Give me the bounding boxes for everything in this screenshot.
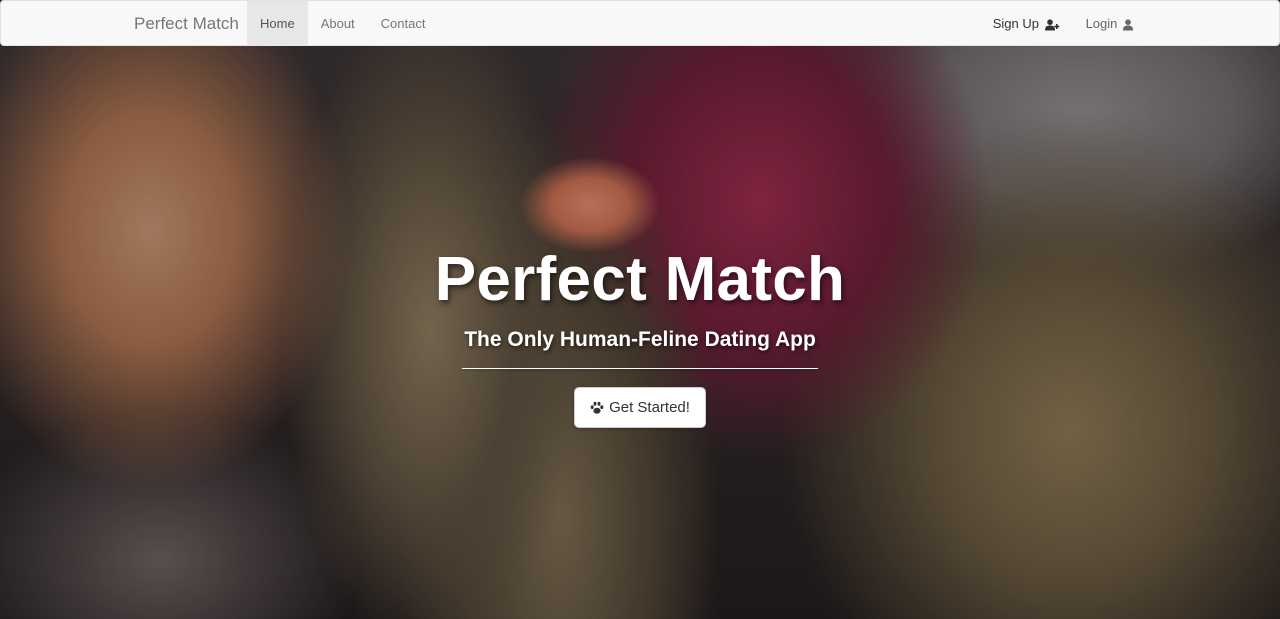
- nav-contact-link[interactable]: Contact: [368, 1, 439, 46]
- signup-link[interactable]: Sign Up: [980, 1, 1073, 46]
- hero-title: Perfect Match: [434, 245, 846, 314]
- nav-about-link[interactable]: About: [308, 1, 368, 46]
- navbar: Perfect Match Home About Contact Sign Up…: [0, 0, 1280, 46]
- nav-home-link[interactable]: Home: [247, 1, 308, 46]
- paw-icon: [590, 401, 604, 414]
- hero-subtitle: The Only Human-Feline Dating App: [464, 328, 816, 351]
- login-link[interactable]: Login: [1073, 1, 1146, 46]
- hero-divider: [462, 368, 818, 369]
- signup-label: Sign Up: [992, 16, 1039, 31]
- login-label: Login: [1085, 16, 1118, 31]
- user-icon: [1123, 18, 1133, 31]
- page: Perfect Match Home About Contact Sign Up…: [0, 0, 1280, 619]
- nav-links: Home About Contact: [247, 1, 438, 46]
- get-started-label: Get Started!: [609, 399, 690, 416]
- hero-content: Perfect Match The Only Human-Feline Dati…: [0, 240, 1280, 428]
- brand-link[interactable]: Perfect Match: [134, 1, 239, 46]
- user-plus-icon: [1044, 18, 1059, 31]
- nav-auth-links: Sign Up Login: [980, 1, 1146, 46]
- get-started-button[interactable]: Get Started!: [574, 387, 706, 428]
